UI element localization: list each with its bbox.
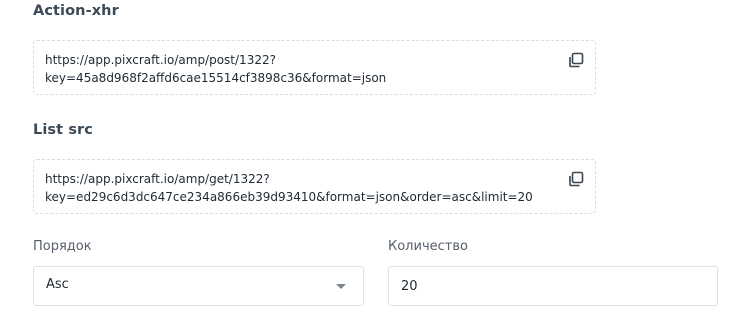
action-xhr-url[interactable]: https://app.pixcraft.io/amp/post/1322? k… xyxy=(45,51,555,87)
order-select[interactable]: Asc xyxy=(33,266,364,306)
copy-icon[interactable] xyxy=(567,170,585,188)
quantity-label: Количество xyxy=(388,239,468,254)
list-src-url[interactable]: https://app.pixcraft.io/amp/get/1322? ke… xyxy=(45,170,555,206)
order-selected-value: Asc xyxy=(46,277,69,292)
order-label: Порядок xyxy=(33,239,92,254)
list-src-url-box: https://app.pixcraft.io/amp/get/1322? ke… xyxy=(33,159,596,214)
action-xhr-url-line1: https://app.pixcraft.io/amp/post/1322? xyxy=(45,53,276,67)
action-xhr-url-line2: key=45a8d968f2affd6cae15514cf3898c36&for… xyxy=(45,71,387,85)
copy-icon[interactable] xyxy=(567,51,585,69)
caret-down-icon xyxy=(336,284,346,289)
list-src-url-line1: https://app.pixcraft.io/amp/get/1322? xyxy=(45,172,270,186)
list-src-url-line2: key=ed29c6d3dc647ce234a866eb39d93410&for… xyxy=(45,190,533,204)
list-src-title: List src xyxy=(33,122,93,138)
action-xhr-url-box: https://app.pixcraft.io/amp/post/1322? k… xyxy=(33,40,596,95)
amp-settings-panel: Action-xhr https://app.pixcraft.io/amp/p… xyxy=(0,0,750,334)
action-xhr-title: Action-xhr xyxy=(33,3,119,19)
quantity-field xyxy=(388,266,718,306)
quantity-input[interactable] xyxy=(389,267,717,305)
